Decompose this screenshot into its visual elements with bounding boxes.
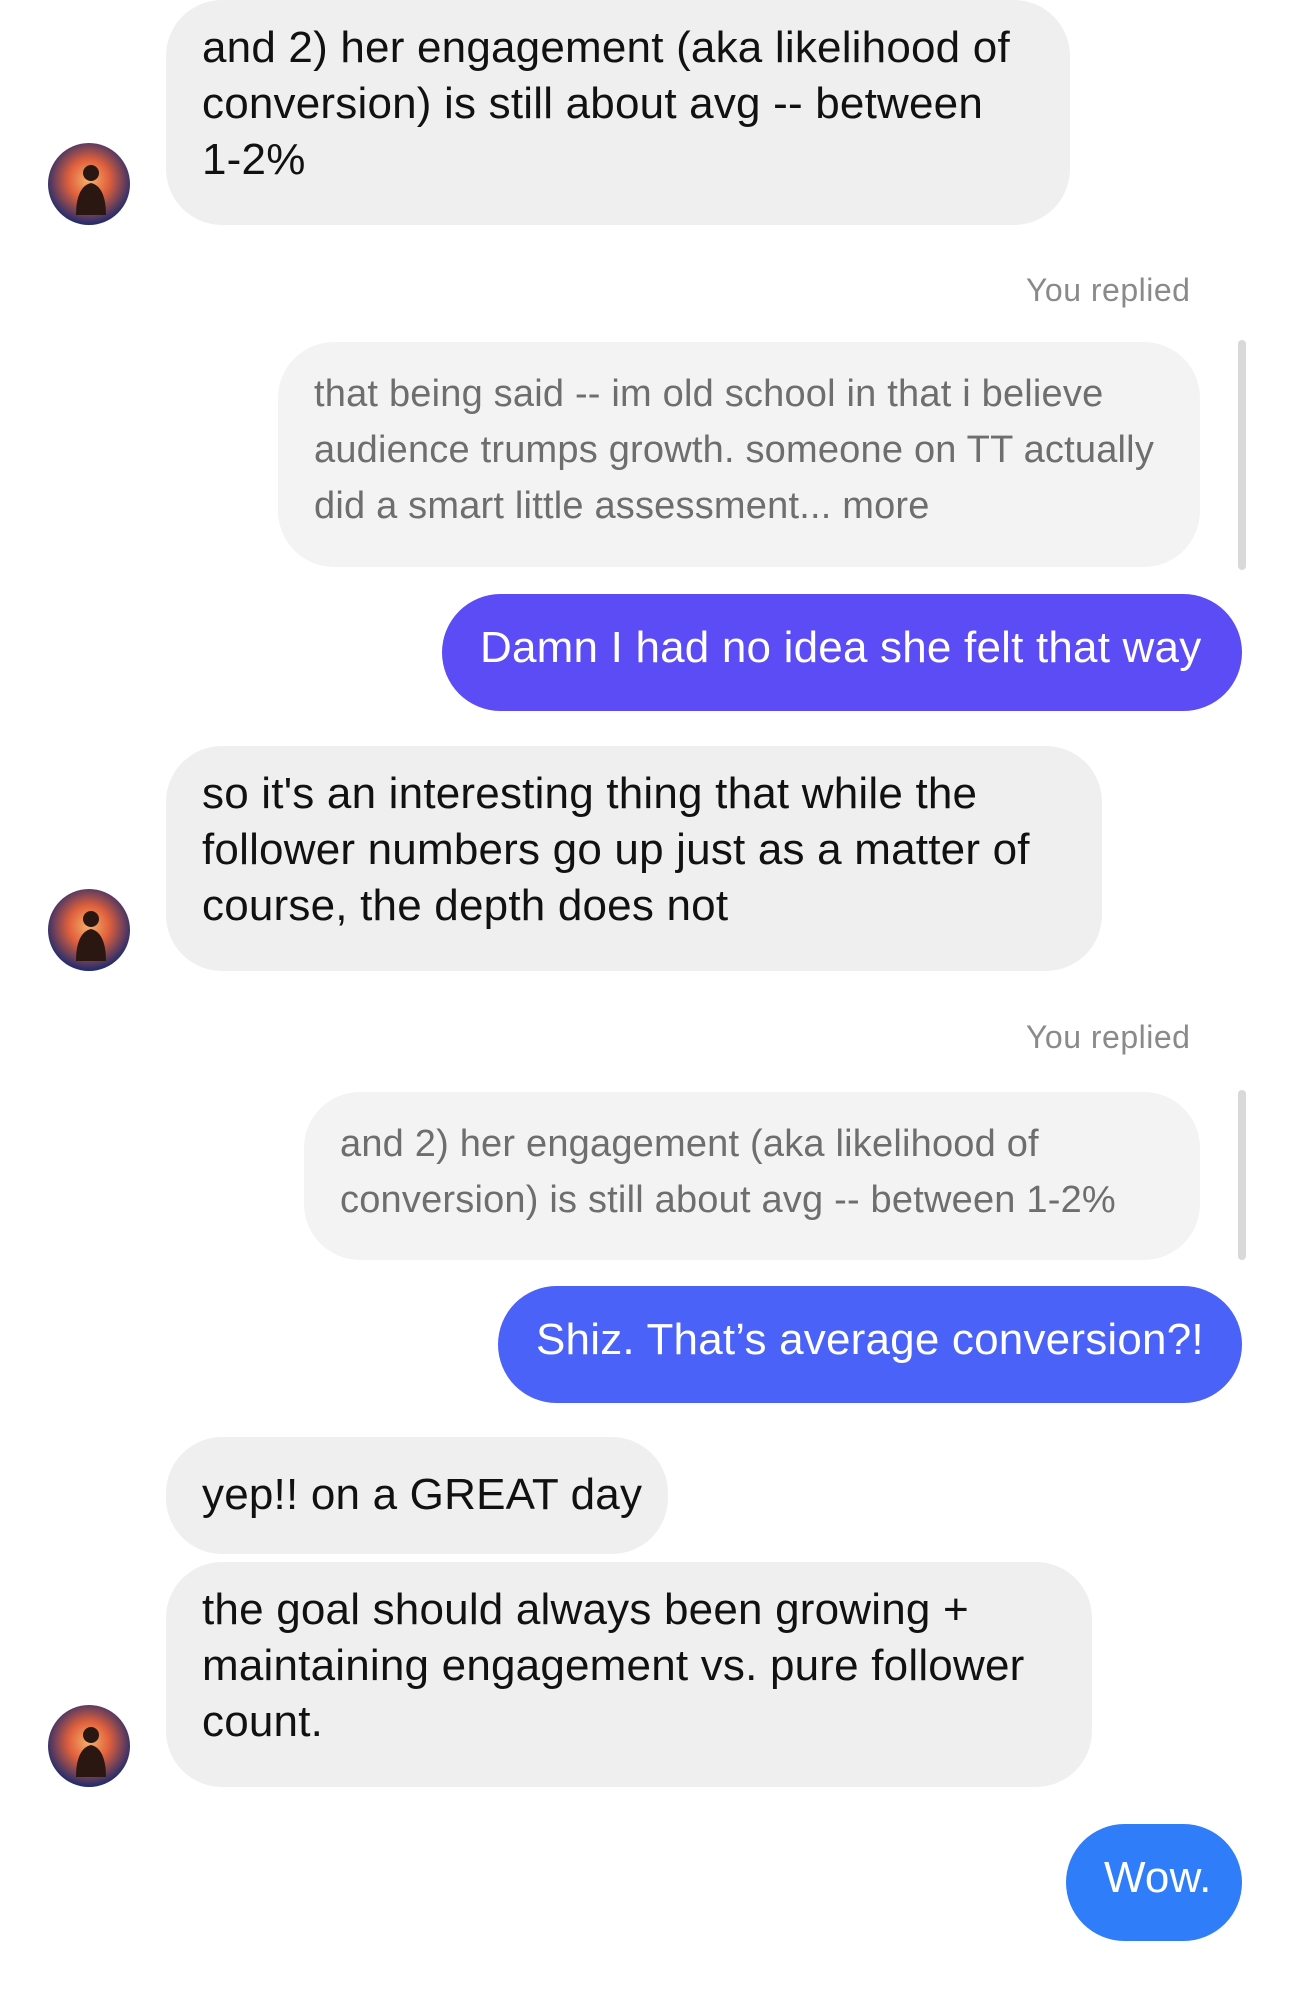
quoted-message[interactable]: and 2) her engagement (aka likelihood of… — [304, 1092, 1200, 1260]
message-text: yep!! on a GREAT day — [202, 1470, 643, 1519]
outgoing-message[interactable]: Shiz. That’s average conversion?! — [498, 1286, 1242, 1403]
avatar-icon — [48, 1705, 130, 1787]
quoted-text: and 2) her engagement (aka likelihood of… — [340, 1123, 1116, 1221]
incoming-message[interactable]: so it's an interesting thing that while … — [166, 746, 1102, 971]
message-text: Damn I had no idea she felt that way — [480, 623, 1202, 672]
quoted-message[interactable]: that being said -- im old school in that… — [278, 342, 1200, 567]
avatar[interactable] — [48, 1705, 130, 1787]
message-text: Wow. — [1104, 1853, 1212, 1902]
message-text: and 2) her engagement (aka likelihood of… — [202, 23, 1010, 184]
replied-label: You replied — [1026, 272, 1191, 308]
quote-bar — [1238, 1090, 1246, 1260]
outgoing-message[interactable]: Damn I had no idea she felt that way — [442, 594, 1242, 711]
avatar[interactable] — [48, 889, 130, 971]
message-thread: and 2) her engagement (aka likelihood of… — [0, 0, 1290, 2000]
incoming-message[interactable]: the goal should always been growing + ma… — [166, 1562, 1092, 1787]
outgoing-message[interactable]: Wow. — [1066, 1824, 1242, 1941]
incoming-message[interactable]: and 2) her engagement (aka likelihood of… — [166, 0, 1070, 225]
avatar-icon — [48, 143, 130, 225]
message-text: the goal should always been growing + ma… — [202, 1585, 1025, 1746]
replied-label: You replied — [1026, 1019, 1191, 1055]
avatar-icon — [48, 889, 130, 971]
message-text: so it's an interesting thing that while … — [202, 769, 1030, 930]
message-text: Shiz. That’s average conversion?! — [536, 1315, 1204, 1364]
incoming-message[interactable]: yep!! on a GREAT day — [166, 1437, 668, 1554]
avatar[interactable] — [48, 143, 130, 225]
quoted-text: that being said -- im old school in that… — [314, 373, 1155, 527]
quote-bar — [1238, 340, 1246, 570]
